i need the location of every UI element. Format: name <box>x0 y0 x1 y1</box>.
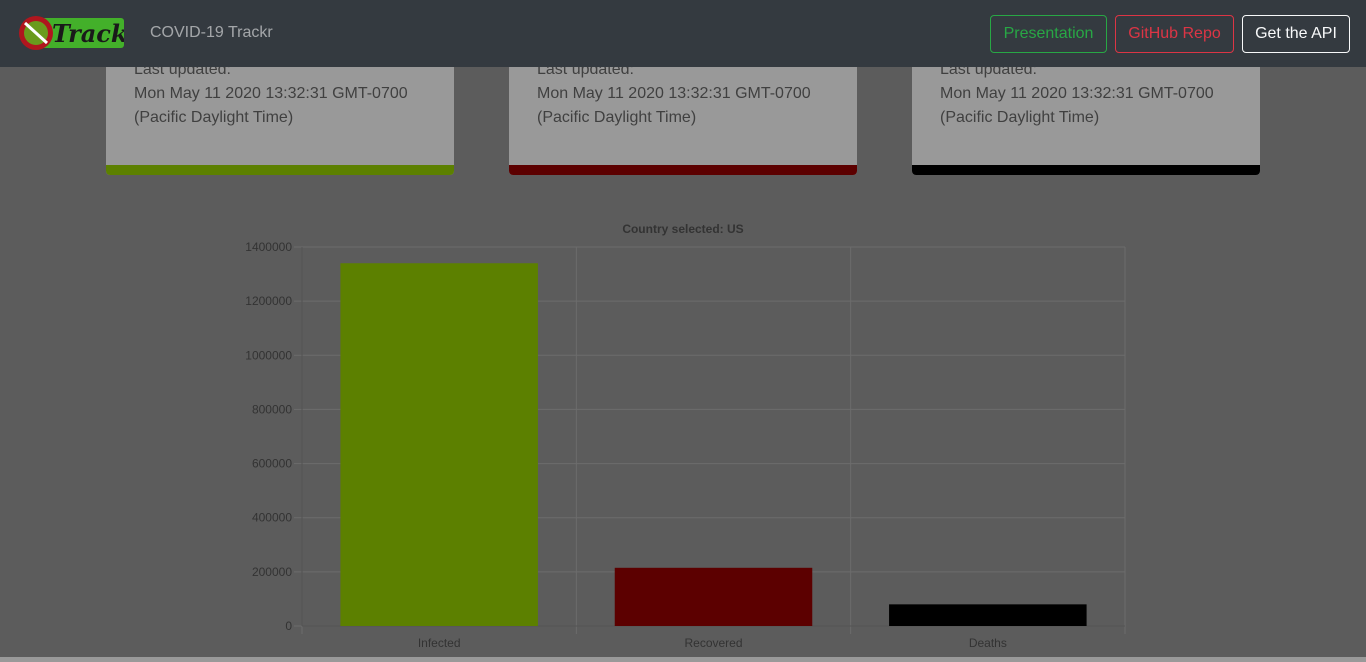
presentation-button[interactable]: Presentation <box>990 15 1107 53</box>
bar-deaths <box>889 604 1087 626</box>
y-tick-label: 600000 <box>252 457 292 471</box>
x-tick-label: Infected <box>418 636 461 650</box>
y-tick-label: 0 <box>285 619 292 633</box>
logo-text: Trackr <box>52 19 124 48</box>
y-tick-label: 1000000 <box>245 348 292 362</box>
card-text: Last updated: Mon May 11 2020 13:32:31 G… <box>134 58 444 130</box>
chart-y-axis: 0 200000 400000 600000 800000 1000000 1200000 1… <box>245 240 292 633</box>
y-tick-label: 1400000 <box>245 240 292 254</box>
last-updated-timezone: (Pacific Daylight Time) <box>537 109 697 126</box>
github-repo-button[interactable]: GitHub Repo <box>1115 15 1234 53</box>
last-updated-timezone: (Pacific Daylight Time) <box>134 109 294 126</box>
logo-graphic: Trackr <box>19 16 143 50</box>
last-updated-timestamp: Mon May 11 2020 13:32:31 GMT-0700 <box>134 85 408 102</box>
y-tick-label: 1200000 <box>245 294 292 308</box>
chart-x-axis: Infected Recovered Deaths <box>418 636 1007 650</box>
card-color-bar <box>106 165 454 175</box>
last-updated-timestamp: Mon May 11 2020 13:32:31 GMT-0700 <box>537 85 811 102</box>
bar-recovered <box>614 567 813 626</box>
last-updated-timezone: (Pacific Daylight Time) <box>940 109 1100 126</box>
card-color-bar <box>509 165 857 175</box>
card-text: Last updated: Mon May 11 2020 13:32:31 G… <box>940 58 1250 130</box>
last-updated-timestamp: Mon May 11 2020 13:32:31 GMT-0700 <box>940 85 1214 102</box>
trackr-logo[interactable]: Trackr <box>18 15 143 51</box>
chart-title: Country selected: US <box>622 222 743 236</box>
y-tick-label: 800000 <box>252 402 292 416</box>
x-tick-label: Recovered <box>684 636 742 650</box>
country-bar-chart: Country selected: US 0 200000 400000 600000… <box>230 215 1140 657</box>
card-color-bar <box>912 165 1260 175</box>
bar-infected <box>340 263 538 626</box>
x-tick-label: Deaths <box>969 636 1007 650</box>
brand-title[interactable]: COVID-19 Trackr <box>150 24 273 42</box>
y-tick-label: 400000 <box>252 511 292 525</box>
y-tick-label: 200000 <box>252 565 292 579</box>
top-navbar: Trackr COVID-19 Trackr Presentation GitH… <box>0 0 1366 67</box>
get-api-button[interactable]: Get the API <box>1242 15 1350 53</box>
chart-svg: Country selected: US 0 200000 400000 600000… <box>245 222 1126 650</box>
card-text: Last updated: Mon May 11 2020 13:32:31 G… <box>537 58 847 130</box>
